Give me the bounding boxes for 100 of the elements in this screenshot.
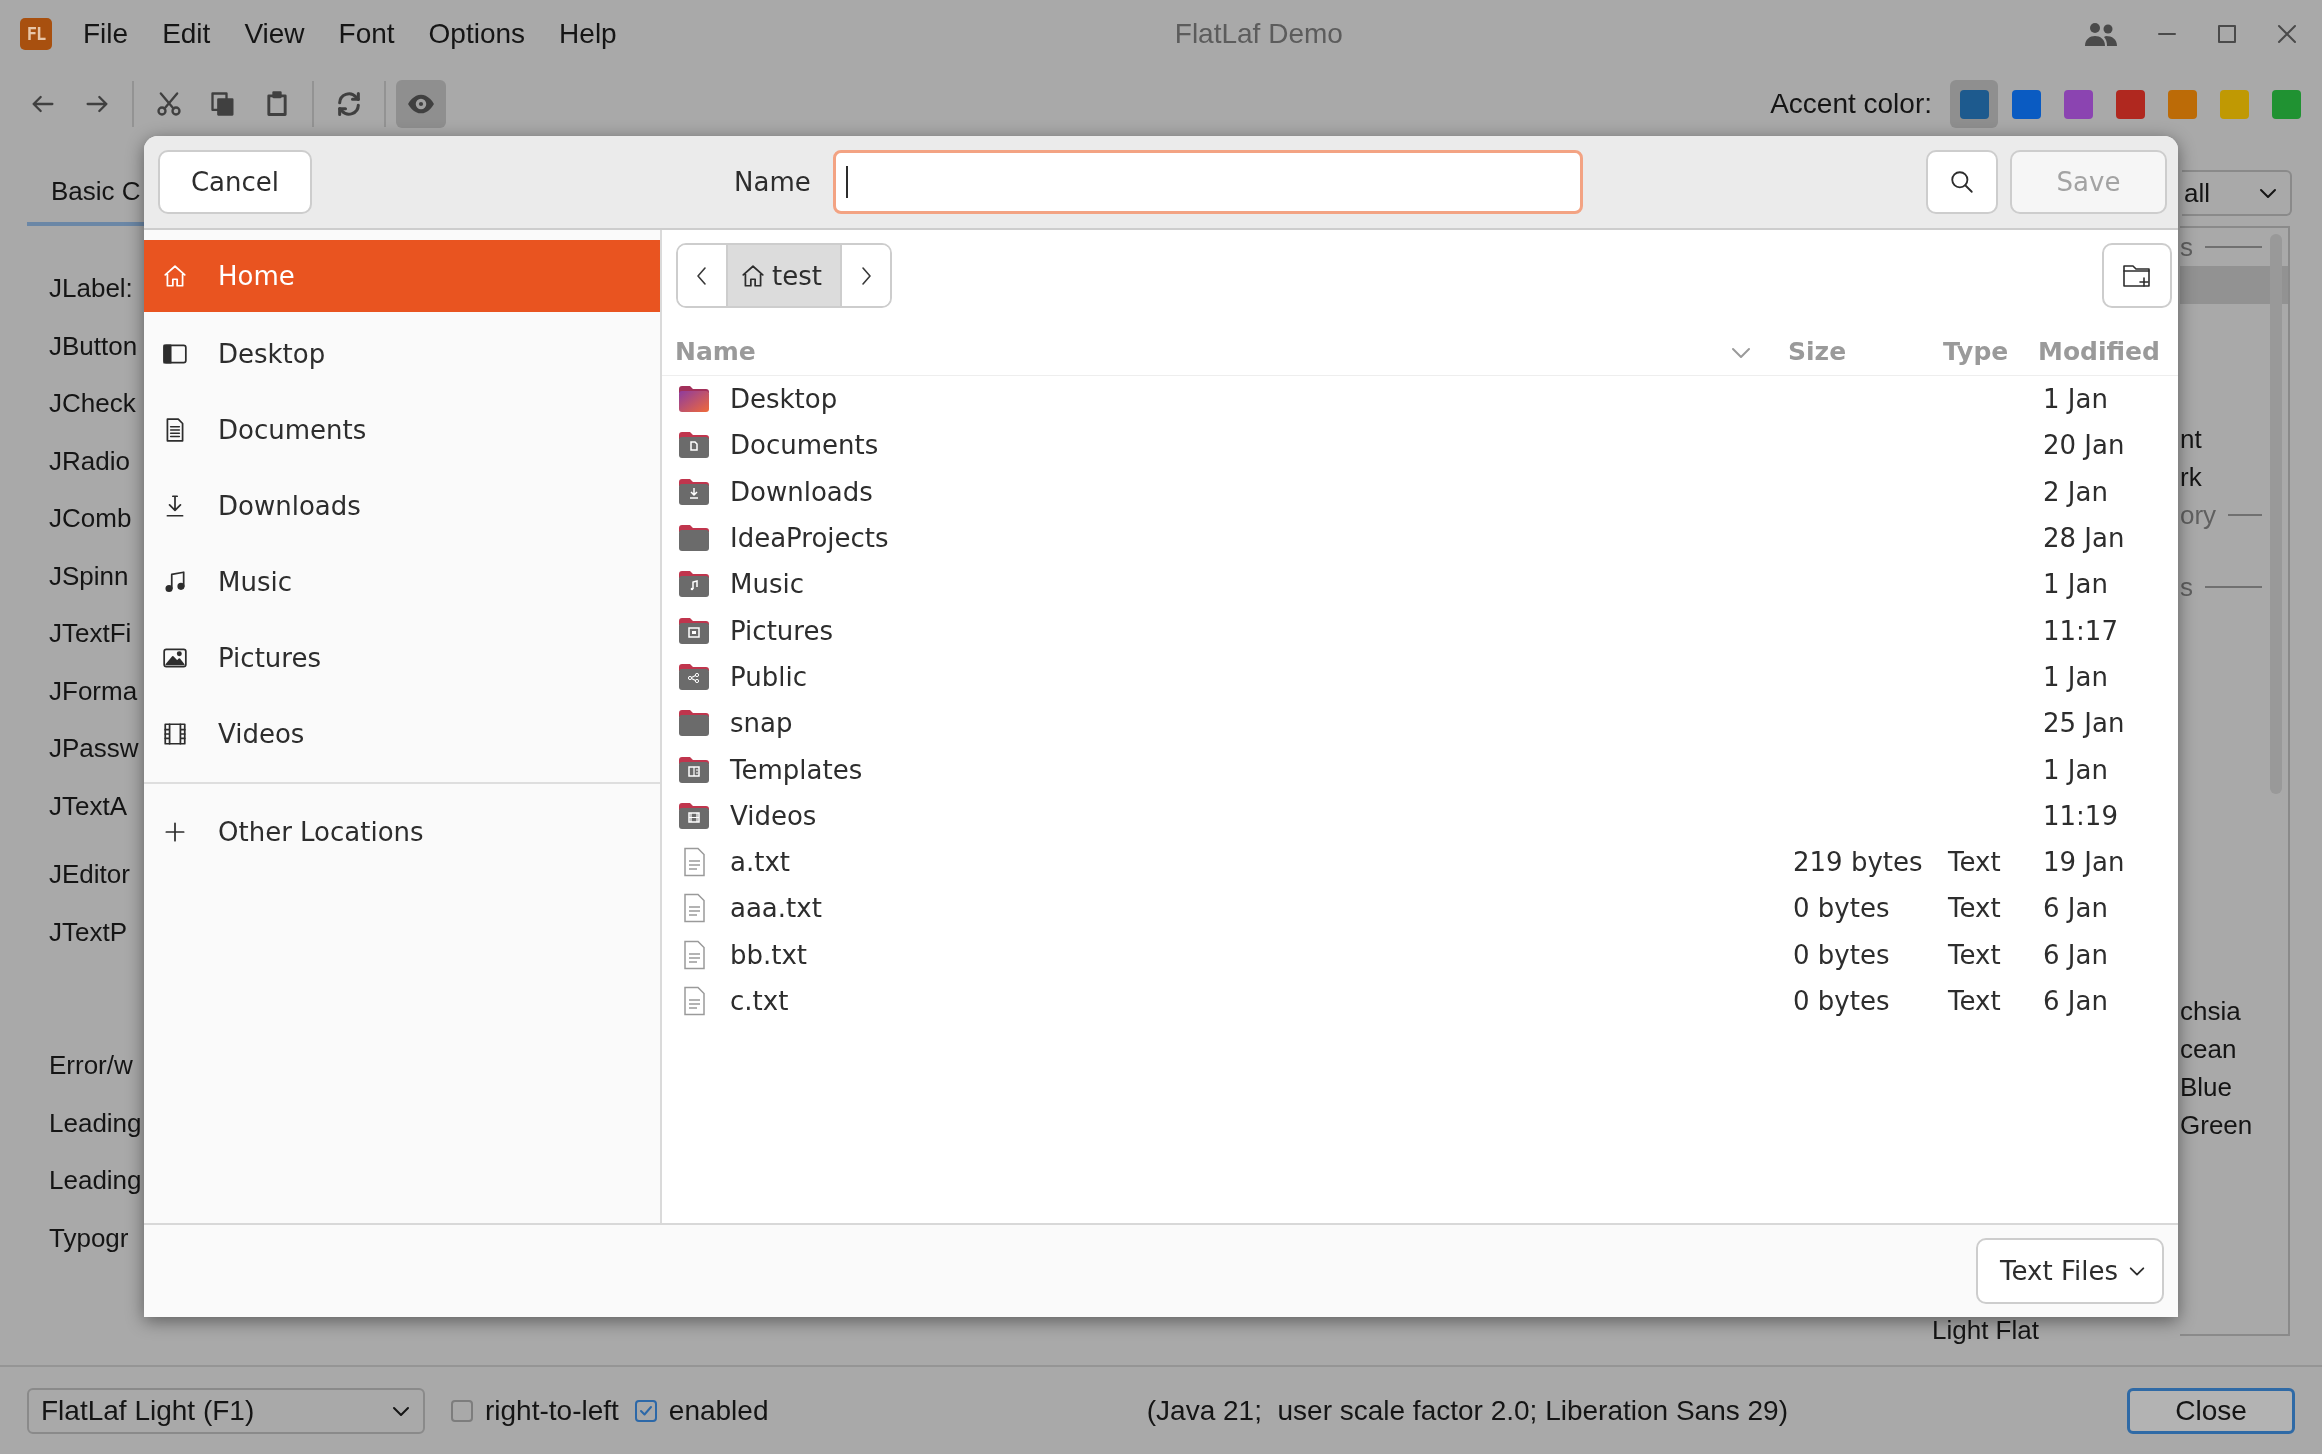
folder-icon [678, 661, 710, 692]
file-row[interactable]: Music [678, 569, 1781, 600]
folder-icon [678, 523, 710, 554]
file-size: 0 bytes [1792, 939, 1891, 970]
file-modified: 20 Jan [2042, 430, 2126, 461]
cancel-button[interactable]: Cancel [158, 150, 312, 214]
file-size: 0 bytes [1792, 893, 1891, 924]
menu-item[interactable]: View [227, 18, 322, 50]
component-label: Leading [49, 1164, 143, 1197]
file-row[interactable]: IdeaProjects [678, 523, 1781, 554]
file-modified: 6 Jan [2042, 986, 2109, 1016]
file-modified: 19 Jan [2042, 847, 2126, 878]
name-field[interactable] [832, 150, 1583, 214]
file-row[interactable]: a.txt [678, 847, 1781, 878]
file-name: c.txt [729, 986, 789, 1016]
file-modified: 1 Jan [2042, 569, 2109, 600]
accent-color-label: Accent color: [1770, 88, 1932, 120]
component-label: JTextA [49, 789, 129, 823]
component-label: Error/w [49, 1049, 134, 1082]
file-modified: 25 Jan [2042, 708, 2126, 739]
file-modified: 28 Jan [2042, 523, 2126, 554]
list-item[interactable]: Green [2180, 1106, 2253, 1144]
file-name: bb.txt [729, 939, 808, 970]
search-button[interactable] [1926, 150, 1998, 214]
component-label: JComb [49, 502, 133, 535]
component-label: JPassw [49, 732, 140, 765]
menu-item[interactable]: Options [411, 18, 543, 50]
file-row[interactable]: aaa.txt [678, 893, 1781, 924]
close-icon[interactable] [2276, 23, 2298, 45]
file-row[interactable]: Desktop [678, 384, 1781, 415]
desktop-icon [162, 341, 188, 367]
file-row[interactable]: snap [678, 708, 1781, 739]
file-type: Text [1947, 893, 2002, 924]
eye-button[interactable] [396, 80, 446, 128]
list-item[interactable]: rk [2180, 458, 2202, 496]
folder-icon [678, 800, 710, 831]
list-item[interactable]: nt [2180, 420, 2202, 458]
list-item[interactable]: cean [2180, 1030, 2237, 1068]
theme-combo[interactable]: FlatLaf Light (F1) [27, 1387, 425, 1434]
file-row[interactable]: Downloads [678, 476, 1781, 507]
component-label: JTextP [49, 915, 129, 949]
file-row[interactable]: c.txt [678, 986, 1781, 1016]
list-item[interactable]: Blue [2180, 1068, 2233, 1106]
sidebar-item[interactable]: Other Locations [144, 794, 660, 870]
music-note-icon [162, 569, 188, 595]
film-icon [162, 721, 188, 747]
file-modified: 6 Jan [2042, 939, 2109, 970]
users-icon[interactable] [2084, 21, 2118, 47]
component-label: JSpinn [49, 559, 130, 593]
folder-icon [678, 754, 710, 785]
file-row[interactable]: Videos [678, 800, 1781, 831]
maximize-icon[interactable] [2216, 23, 2238, 45]
file-row[interactable]: Public [678, 661, 1781, 692]
file-type-combo[interactable]: Text Files [1976, 1238, 2164, 1304]
checkbox[interactable] [634, 1399, 657, 1422]
file-row[interactable]: Documents [678, 430, 1781, 461]
list-item[interactable]: Light Flat [1932, 1317, 2039, 1343]
sidebar-item[interactable]: Documents [144, 392, 660, 468]
sidebar-item[interactable]: Videos [144, 696, 660, 772]
checkbox[interactable] [451, 1399, 473, 1422]
sidebar-item[interactable]: Desktop [144, 316, 660, 392]
folder-icon [678, 476, 710, 507]
file-name: IdeaProjects [729, 523, 889, 554]
file-type: Text [1947, 939, 2002, 970]
menu-item[interactable]: Edit [145, 18, 228, 50]
section-heading: s [2180, 571, 2193, 604]
file-modified: 1 Jan [2042, 754, 2109, 785]
file-name: Downloads [729, 476, 873, 507]
path-segment[interactable]: test [726, 245, 842, 306]
menu-item[interactable]: Help [542, 18, 634, 50]
file-size: 219 bytes [1792, 847, 1924, 878]
sidebar-item[interactable]: Pictures [144, 620, 660, 696]
file-type: Text [1947, 986, 2002, 1016]
color-swatch[interactable] [1950, 80, 1998, 128]
file-name: Pictures [729, 615, 833, 646]
list-item[interactable]: chsia [2180, 992, 2241, 1030]
component-label: Typogr [49, 1221, 130, 1255]
filter-combo[interactable]: all [2182, 170, 2292, 216]
close-button[interactable]: Close [2127, 1387, 2295, 1434]
sidebar-item[interactable]: Home [144, 240, 660, 312]
folder-icon [678, 708, 710, 739]
copy-icon [209, 90, 237, 118]
window-title: FlatLaf Demo [1173, 18, 1344, 50]
file-row[interactable]: Pictures [678, 615, 1781, 646]
menu-item[interactable]: File [66, 18, 146, 50]
folder-icon [678, 430, 710, 461]
app-logo: FL [20, 18, 52, 50]
file-modified: 11:19 [2042, 800, 2119, 831]
home-icon [162, 263, 188, 289]
file-modified: 2 Jan [2042, 476, 2109, 507]
file-row[interactable]: bb.txt [678, 939, 1781, 970]
sidebar-item[interactable]: Downloads [144, 468, 660, 544]
checkbox-label[interactable]: enabled [668, 1394, 769, 1427]
menu-item[interactable]: Font [321, 18, 412, 50]
name-label: Name [734, 167, 811, 197]
new-folder-button[interactable] [2101, 243, 2172, 308]
checkbox-label[interactable]: right-to-left [485, 1394, 619, 1427]
file-row[interactable]: Templates [678, 754, 1781, 785]
component-label: JRadio [49, 444, 131, 478]
sidebar-item[interactable]: Music [144, 544, 660, 620]
